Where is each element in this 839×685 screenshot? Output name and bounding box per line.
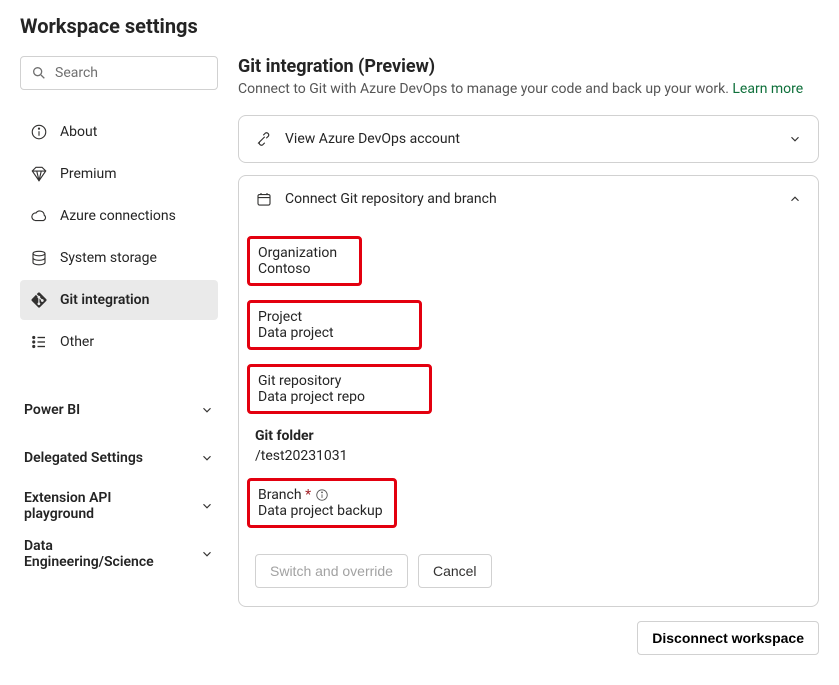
database-icon <box>30 249 48 267</box>
section-description: Connect to Git with Azure DevOps to mana… <box>238 81 819 97</box>
sidebar-item-git-integration[interactable]: Git integration <box>20 280 218 320</box>
sidebar-group-delegated[interactable]: Delegated Settings <box>20 438 218 478</box>
connect-repo-card: Connect Git repository and branch Organi… <box>238 175 819 607</box>
required-indicator: * <box>305 487 311 503</box>
chevron-down-icon <box>200 403 214 417</box>
sidebar-group-label: Data Engineering/Science <box>24 538 174 570</box>
chevron-up-icon <box>788 192 802 206</box>
git-icon <box>30 291 48 309</box>
chevron-down-icon <box>200 451 214 465</box>
connect-repo-header[interactable]: Connect Git repository and branch <box>239 176 818 222</box>
disconnect-workspace-button[interactable]: Disconnect workspace <box>637 621 819 655</box>
branch-selected-value: Data project backup <box>258 503 386 519</box>
search-placeholder: Search <box>55 65 98 81</box>
project-label: Project <box>258 309 411 325</box>
cloud-icon <box>30 207 48 225</box>
list-icon <box>30 333 48 351</box>
sidebar-item-other[interactable]: Other <box>20 322 218 362</box>
cancel-button[interactable]: Cancel <box>418 554 492 588</box>
organization-value: Contoso <box>258 261 351 277</box>
sidebar-item-about[interactable]: About <box>20 112 218 152</box>
chevron-down-icon <box>200 499 214 513</box>
diamond-icon <box>30 165 48 183</box>
repository-value: Data project repo <box>258 389 421 405</box>
sidebar-item-azure-connections[interactable]: Azure connections <box>20 196 218 236</box>
organization-label: Organization <box>258 245 351 261</box>
sidebar-group-power-bi[interactable]: Power BI <box>20 390 218 430</box>
sidebar-group-label: Power BI <box>24 402 80 418</box>
sidebar-item-label: System storage <box>60 250 157 266</box>
chevron-down-icon <box>788 132 802 146</box>
page-title: Workspace settings <box>20 14 819 38</box>
chevron-down-icon <box>200 547 214 561</box>
switch-override-button[interactable]: Switch and override <box>255 554 408 588</box>
sidebar-group-label: Extension API playground <box>24 490 174 522</box>
card-title: View Azure DevOps account <box>285 131 788 147</box>
view-devops-header[interactable]: View Azure DevOps account <box>239 116 818 162</box>
sidebar-item-premium[interactable]: Premium <box>20 154 218 194</box>
section-title: Git integration (Preview) <box>238 56 819 77</box>
sidebar-item-label: Git integration <box>60 292 149 308</box>
folder-value: /test20231031 <box>255 448 802 464</box>
info-icon <box>315 488 329 502</box>
project-value: Data project <box>258 325 411 341</box>
sidebar-item-label: Premium <box>60 166 117 182</box>
sidebar-group-extension-api[interactable]: Extension API playground <box>20 486 218 526</box>
search-input[interactable]: Search <box>20 56 218 90</box>
repository-label: Git repository <box>258 373 421 389</box>
sidebar-item-label: Other <box>60 334 94 350</box>
info-icon <box>30 123 48 141</box>
view-devops-card: View Azure DevOps account <box>238 115 819 163</box>
sidebar-item-system-storage[interactable]: System storage <box>20 238 218 278</box>
branch-label: Branch <box>258 487 302 503</box>
folder-label: Git folder <box>255 428 802 444</box>
search-icon <box>31 65 47 81</box>
plug-icon <box>255 130 273 148</box>
learn-more-link[interactable]: Learn more <box>732 81 803 97</box>
sidebar-group-label: Delegated Settings <box>24 450 143 466</box>
repo-icon <box>255 190 273 208</box>
sidebar-item-label: About <box>60 124 97 140</box>
card-title: Connect Git repository and branch <box>285 191 788 207</box>
sidebar-item-label: Azure connections <box>60 208 176 224</box>
sidebar-group-data-eng[interactable]: Data Engineering/Science <box>20 534 218 574</box>
